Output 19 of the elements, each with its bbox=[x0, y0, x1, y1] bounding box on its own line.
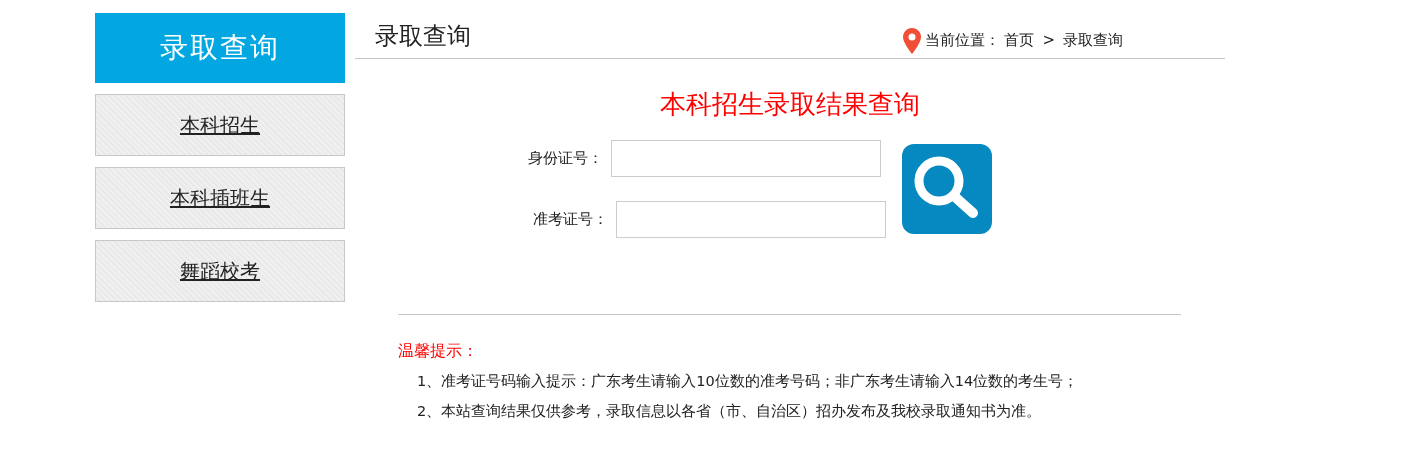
sidebar-item[interactable]: 本科招生 bbox=[95, 94, 345, 156]
form-title: 本科招生录取结果查询 bbox=[660, 89, 920, 119]
field-label: 身份证号： bbox=[527, 148, 603, 170]
breadcrumb-link[interactable]: 首页 bbox=[1004, 29, 1035, 52]
input-field[interactable] bbox=[616, 201, 886, 238]
input-field[interactable] bbox=[611, 140, 881, 177]
sidebar-title: 录取查询 bbox=[95, 13, 345, 83]
breadcrumb-current: 录取查询 bbox=[1063, 30, 1123, 52]
page-title: 录取查询 bbox=[375, 20, 471, 52]
notice-text: 2、本站查询结果仅供参考，录取信息以各省（市、自治区）招办发布及我校录取通知书为准。 bbox=[417, 402, 1042, 419]
breadcrumb-label: 当前位置： bbox=[925, 30, 1001, 52]
location-pin-icon bbox=[903, 27, 922, 54]
notice-title: 温馨提示： bbox=[398, 341, 478, 360]
sidebar-item[interactable]: 本科插班生 bbox=[95, 167, 345, 229]
notice-text: 1、准考证号码输入提示：广东考生请输入10位数的准考号码；非广东考生请输入14位数的考生号； bbox=[417, 373, 1079, 389]
search-button[interactable] bbox=[902, 144, 992, 234]
field-label: 准考证号： bbox=[532, 209, 608, 231]
breadcrumb-separator: > bbox=[1042, 30, 1055, 52]
sidebar-item[interactable]: 舞蹈校考 bbox=[95, 240, 345, 302]
